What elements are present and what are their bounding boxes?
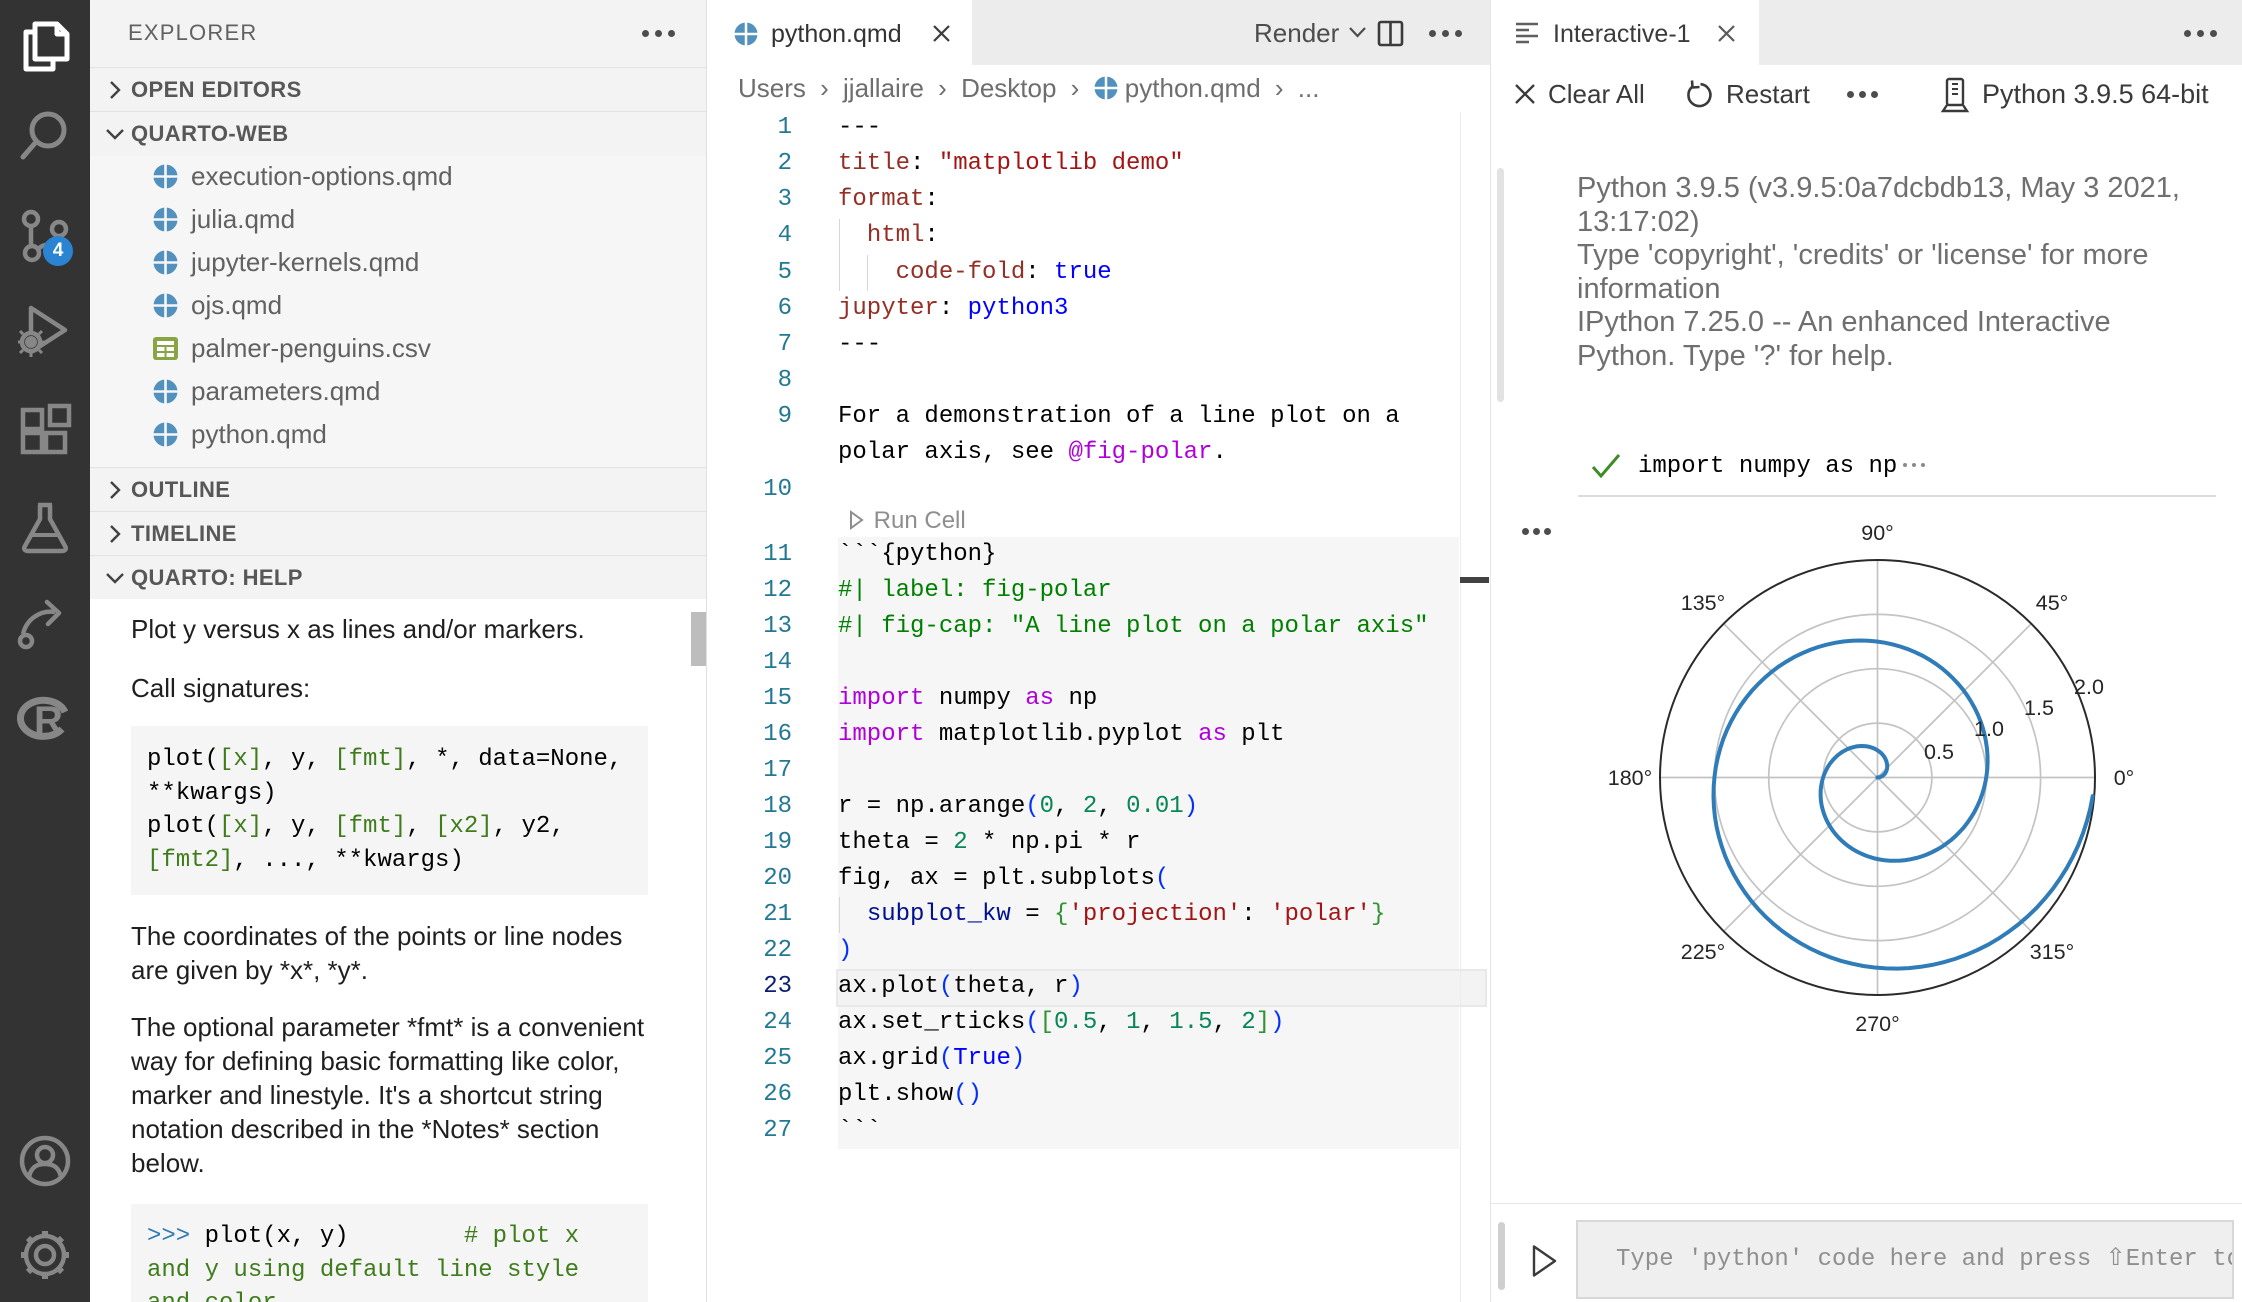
svg-text:225°: 225° [1681, 940, 1725, 964]
svg-text:2.0: 2.0 [2074, 675, 2104, 699]
svg-text:R: R [34, 699, 63, 743]
svg-text:45°: 45° [2036, 591, 2069, 615]
svg-text:90°: 90° [1861, 521, 1894, 545]
svg-text:1.0: 1.0 [1974, 717, 2004, 741]
svg-text:315°: 315° [2030, 940, 2074, 964]
svg-text:1.5: 1.5 [2024, 696, 2054, 720]
svg-text:180°: 180° [1608, 766, 1652, 790]
svg-text:270°: 270° [1855, 1012, 1899, 1036]
svg-text:0.5: 0.5 [1924, 740, 1954, 764]
svg-text:0°: 0° [2114, 766, 2135, 790]
svg-text:135°: 135° [1681, 591, 1725, 615]
